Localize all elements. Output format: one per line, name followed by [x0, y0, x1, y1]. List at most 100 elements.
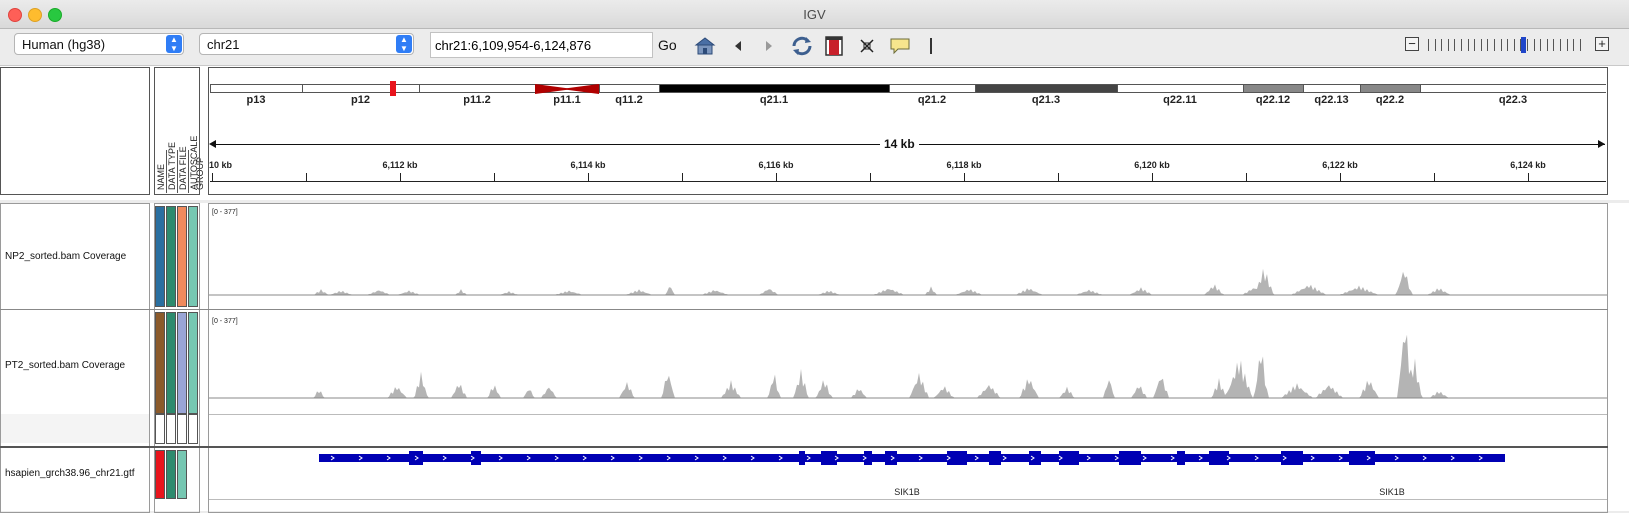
gene-label[interactable]: SIK1B — [894, 487, 920, 497]
exon[interactable] — [409, 451, 423, 465]
attribute-header-label[interactable]: NAME — [156, 164, 166, 190]
title-bar: IGV — [0, 0, 1629, 29]
attribute-color-cell[interactable] — [166, 312, 176, 414]
track-name-gtf[interactable]: hsapien_grch38.96_chr21.gtf — [5, 468, 135, 479]
ruler-tick — [1434, 173, 1435, 181]
chromosome-select[interactable]: chr21 ▲ ▼ — [199, 33, 414, 55]
cytoband-band[interactable] — [419, 84, 535, 93]
region-of-interest-icon[interactable] — [823, 35, 845, 57]
exon[interactable] — [1281, 451, 1303, 465]
genome-select-value: Human (hg38) — [22, 37, 106, 52]
exon[interactable] — [799, 451, 805, 465]
ruler-baseline — [210, 181, 1606, 182]
attribute-color-cell[interactable] — [177, 312, 187, 414]
ruler-tick — [494, 173, 495, 181]
track-name-pt2[interactable]: PT2_sorted.bam Coverage — [5, 360, 125, 371]
exon[interactable] — [1177, 451, 1185, 465]
home-icon[interactable] — [693, 35, 717, 57]
attribute-header-label[interactable]: DATA TYPE — [167, 142, 177, 190]
exon[interactable] — [471, 451, 481, 465]
cytoband-label: q22.12 — [1255, 94, 1291, 106]
toolbar: Human (hg38) ▲ ▼ chr21 ▲ ▼ chr21:6,109,954… — [0, 29, 1629, 66]
refresh-icon[interactable] — [789, 35, 815, 57]
ruler-tick — [682, 173, 683, 181]
feature-panel-divider — [0, 446, 1608, 448]
zoom-tick — [1553, 39, 1555, 51]
go-button[interactable]: Go — [658, 37, 677, 53]
cytoband-label: q21.2 — [917, 94, 947, 106]
forward-icon[interactable] — [760, 35, 778, 57]
cytoband-label: q22.11 — [1163, 94, 1197, 106]
attribute-color-cell — [166, 414, 176, 444]
zoom-tick — [1461, 39, 1462, 51]
zoom-slider-thumb[interactable] — [1521, 37, 1526, 53]
ruler-tick-label: 6,124 kb — [1510, 160, 1546, 170]
exon[interactable] — [821, 451, 837, 465]
attribute-color-cell[interactable] — [188, 312, 198, 414]
attribute-color-cell[interactable] — [155, 312, 165, 414]
coverage-plot-np2[interactable] — [209, 205, 1607, 308]
chevron-updown-icon: ▲ ▼ — [166, 35, 182, 53]
cytoband-band[interactable] — [599, 84, 659, 93]
cytoband-label: p13 — [246, 94, 266, 106]
ruler-right-arrow-icon — [1598, 140, 1605, 148]
cytoband-band[interactable] — [975, 84, 1117, 93]
zoom-tick — [1428, 39, 1429, 51]
attribute-color-cell[interactable] — [166, 206, 176, 307]
ruler-line-icon[interactable] — [924, 35, 938, 57]
exon[interactable] — [989, 451, 1001, 465]
ruler-tick — [400, 173, 401, 181]
coverage-area — [209, 334, 1607, 398]
exon[interactable] — [1029, 451, 1041, 465]
gene-label[interactable]: SIK1B — [1379, 487, 1405, 497]
zoom-tick — [1566, 39, 1568, 51]
exon[interactable] — [1209, 451, 1229, 465]
cytoband-band[interactable] — [1360, 84, 1420, 93]
zoom-out-button[interactable]: − — [1405, 37, 1419, 51]
track-name-np2[interactable]: NP2_sorted.bam Coverage — [5, 251, 126, 262]
attribute-color-cell[interactable] — [177, 206, 187, 307]
genome-select[interactable]: Human (hg38) ▲ ▼ — [14, 33, 184, 55]
cytoband-band[interactable] — [1243, 84, 1303, 93]
cytoband-label: p12 — [351, 94, 370, 106]
zoom-slider[interactable] — [1428, 37, 1588, 53]
gene-body[interactable] — [319, 454, 1505, 462]
exon[interactable] — [1119, 451, 1141, 465]
attribute-color-cell[interactable] — [166, 450, 176, 499]
zoom-tick — [1500, 39, 1502, 51]
attribute-color-cell[interactable] — [155, 206, 165, 307]
zoom-tick — [1540, 39, 1542, 51]
back-icon[interactable] — [729, 35, 747, 57]
attribute-color-cell — [177, 414, 187, 444]
attribute-color-cell[interactable] — [188, 206, 198, 307]
exon[interactable] — [885, 451, 897, 465]
attribute-header-label[interactable]: GROUP — [195, 157, 205, 190]
coverage-plot-pt2[interactable] — [209, 312, 1607, 415]
attribute-color-cell[interactable] — [177, 450, 187, 499]
header-name-panel — [0, 67, 150, 195]
locus-input[interactable]: chr21:6,109,954-6,124,876 — [430, 32, 653, 58]
ruler-tick — [588, 173, 589, 181]
ruler-first-label: 10 kb — [209, 160, 233, 170]
attribute-header-label[interactable]: DATA FILE — [178, 146, 188, 190]
zoom-tick — [1579, 39, 1581, 51]
cytoband-band[interactable] — [659, 84, 889, 93]
feature-track-line — [209, 499, 1607, 500]
cytoband-band[interactable] — [1117, 84, 1243, 93]
cytoband-band[interactable] — [1420, 84, 1606, 93]
exon[interactable] — [1349, 451, 1375, 465]
ruler-tick — [1246, 173, 1247, 181]
cytoband-band[interactable] — [302, 84, 419, 93]
zoom-in-button[interactable]: + — [1595, 37, 1609, 51]
ruler-tick-label: 6,116 kb — [758, 160, 794, 170]
popup-info-icon[interactable] — [888, 35, 912, 57]
cytoband-band[interactable] — [1303, 84, 1360, 93]
cytoband-band[interactable] — [889, 84, 975, 93]
gene-feature-track[interactable] — [209, 450, 1607, 480]
track-separator — [0, 309, 1608, 310]
cytoband-band[interactable] — [210, 84, 302, 93]
resize-icon[interactable] — [856, 35, 878, 57]
attribute-color-cell[interactable] — [155, 450, 165, 499]
ruler-tick — [1340, 173, 1341, 181]
cytoband-label: q21.1 — [759, 94, 789, 106]
